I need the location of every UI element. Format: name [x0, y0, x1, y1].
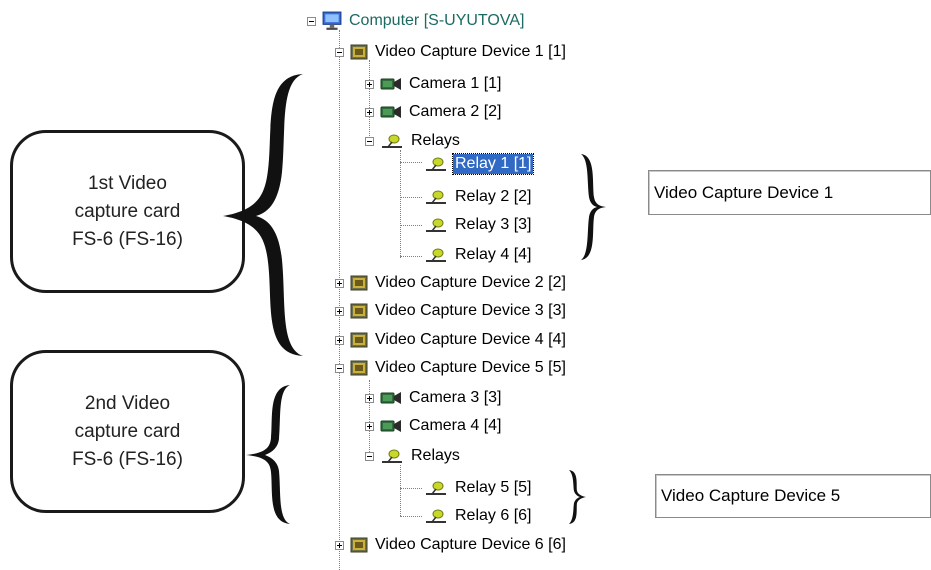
monitor-icon	[322, 11, 342, 31]
collapse-toggle[interactable]	[307, 16, 316, 26]
tree-node-relay-6[interactable]: Relay 6 [6]	[424, 505, 533, 527]
tree-node-computer[interactable]: Computer [S-UYUTOVA]	[307, 10, 526, 32]
tree-node-label: Relay 3 [3]	[455, 216, 532, 233]
callout-line: FS-6 (FS-16)	[72, 448, 183, 470]
relay-icon	[424, 247, 448, 263]
collapse-toggle[interactable]	[335, 47, 344, 57]
brace-relays-5	[569, 470, 586, 524]
tree-node-label: Camera 3 [3]	[409, 389, 502, 406]
device-name-value: Video Capture Device 5	[661, 486, 841, 505]
expand-toggle[interactable]	[335, 278, 344, 288]
tree-node-device-4[interactable]: Video Capture Device 4 [4]	[335, 329, 568, 351]
tree-node-label: Video Capture Device 1 [1]	[375, 43, 566, 60]
tree-node-label: Relay 2 [2]	[455, 188, 532, 205]
tree-connector	[400, 162, 422, 163]
tree-node-device-6[interactable]: Video Capture Device 6 [6]	[335, 534, 568, 556]
tree-node-label: Video Capture Device 6 [6]	[375, 536, 566, 553]
relay-icon	[424, 217, 448, 233]
brace-first-card	[223, 74, 303, 356]
tree-node-camera-1[interactable]: Camera 1 [1]	[365, 73, 503, 95]
expand-toggle[interactable]	[365, 393, 374, 403]
camera-icon	[380, 105, 402, 119]
expand-toggle[interactable]	[335, 540, 344, 550]
capture-card-icon	[350, 359, 368, 377]
tree-node-label: Relays	[411, 132, 460, 149]
tree-node-label: Video Capture Device 5 [5]	[375, 359, 566, 376]
relay-icon	[380, 448, 404, 464]
camera-icon	[380, 77, 402, 91]
tree-node-relay-4[interactable]: Relay 4 [4]	[424, 244, 533, 266]
tree-node-relays-1[interactable]: Relays	[365, 130, 462, 152]
tree-node-label: Computer [S-UYUTOVA]	[349, 12, 525, 29]
brace-relays-1	[581, 154, 606, 260]
expand-toggle[interactable]	[335, 335, 344, 345]
relay-icon	[380, 133, 404, 149]
tree-node-camera-2[interactable]: Camera 2 [2]	[365, 101, 503, 123]
tree-node-label: Video Capture Device 2 [2]	[375, 274, 566, 291]
device-name-field-1[interactable]: Video Capture Device 1	[648, 170, 931, 215]
tree-node-relay-5[interactable]: Relay 5 [5]	[424, 477, 533, 499]
tree-node-camera-4[interactable]: Camera 4 [4]	[365, 415, 503, 437]
tree-node-relay-2[interactable]: Relay 2 [2]	[424, 186, 533, 208]
tree-node-device-5[interactable]: Video Capture Device 5 [5]	[335, 357, 568, 379]
tree-connector	[400, 516, 422, 517]
tree-node-label: Relay 4 [4]	[455, 246, 532, 263]
tree-node-relay-3[interactable]: Relay 3 [3]	[424, 214, 533, 236]
tree-connector	[400, 150, 401, 258]
collapse-toggle[interactable]	[335, 363, 344, 373]
tree-node-label: Camera 2 [2]	[409, 103, 502, 120]
device-name-value: Video Capture Device 1	[654, 182, 834, 202]
camera-icon	[380, 419, 402, 433]
callout-second-card: 2nd Video capture card FS-6 (FS-16)	[10, 350, 245, 513]
tree-node-label: Relay 5 [5]	[455, 479, 532, 496]
capture-card-icon	[350, 302, 368, 320]
tree-node-label: Relay 6 [6]	[455, 507, 532, 524]
tree-node-camera-3[interactable]: Camera 3 [3]	[365, 387, 503, 409]
callout-line: 1st Video	[88, 172, 167, 194]
relay-icon	[424, 480, 448, 496]
callout-line: 2nd Video	[84, 392, 171, 414]
tree-node-device-3[interactable]: Video Capture Device 3 [3]	[335, 300, 568, 322]
tree-connector	[400, 256, 422, 257]
camera-icon	[380, 391, 402, 405]
tree-node-relays-5[interactable]: Relays	[365, 445, 462, 467]
relay-icon	[424, 189, 448, 205]
device-name-field-5[interactable]: Video Capture Device 5	[655, 474, 931, 518]
tree-connector	[400, 197, 422, 198]
tree-node-device-1[interactable]: Video Capture Device 1 [1]	[335, 41, 568, 63]
collapse-toggle[interactable]	[365, 136, 374, 146]
tree-node-device-2[interactable]: Video Capture Device 2 [2]	[335, 272, 568, 294]
tree-node-label: Relays	[411, 447, 460, 464]
tree-node-label-selected: Relay 1 [1]	[451, 153, 535, 175]
callout-line: capture card	[74, 420, 181, 442]
expand-toggle[interactable]	[365, 421, 374, 431]
tree-node-relay-1[interactable]: Relay 1 [1]	[424, 153, 535, 175]
capture-card-icon	[350, 43, 368, 61]
callout-line: FS-6 (FS-16)	[72, 228, 183, 250]
tree-node-label: Camera 4 [4]	[409, 417, 502, 434]
tree-node-label: Video Capture Device 3 [3]	[375, 302, 566, 319]
expand-toggle[interactable]	[365, 107, 374, 117]
tree-connector	[400, 488, 422, 489]
callout-line: capture card	[74, 200, 181, 222]
expand-toggle[interactable]	[365, 79, 374, 89]
relay-icon	[424, 508, 448, 524]
callout-first-card: 1st Video capture card FS-6 (FS-16)	[10, 130, 245, 293]
tree-connector	[400, 465, 401, 516]
tree-node-label: Video Capture Device 4 [4]	[375, 331, 566, 348]
tree-connector	[400, 225, 422, 226]
capture-card-icon	[350, 331, 368, 349]
expand-toggle[interactable]	[335, 306, 344, 316]
collapse-toggle[interactable]	[365, 451, 374, 461]
tree-node-label: Camera 1 [1]	[409, 75, 502, 92]
capture-card-icon	[350, 274, 368, 292]
brace-second-card	[246, 385, 290, 524]
capture-card-icon	[350, 536, 368, 554]
relay-icon	[424, 156, 448, 172]
